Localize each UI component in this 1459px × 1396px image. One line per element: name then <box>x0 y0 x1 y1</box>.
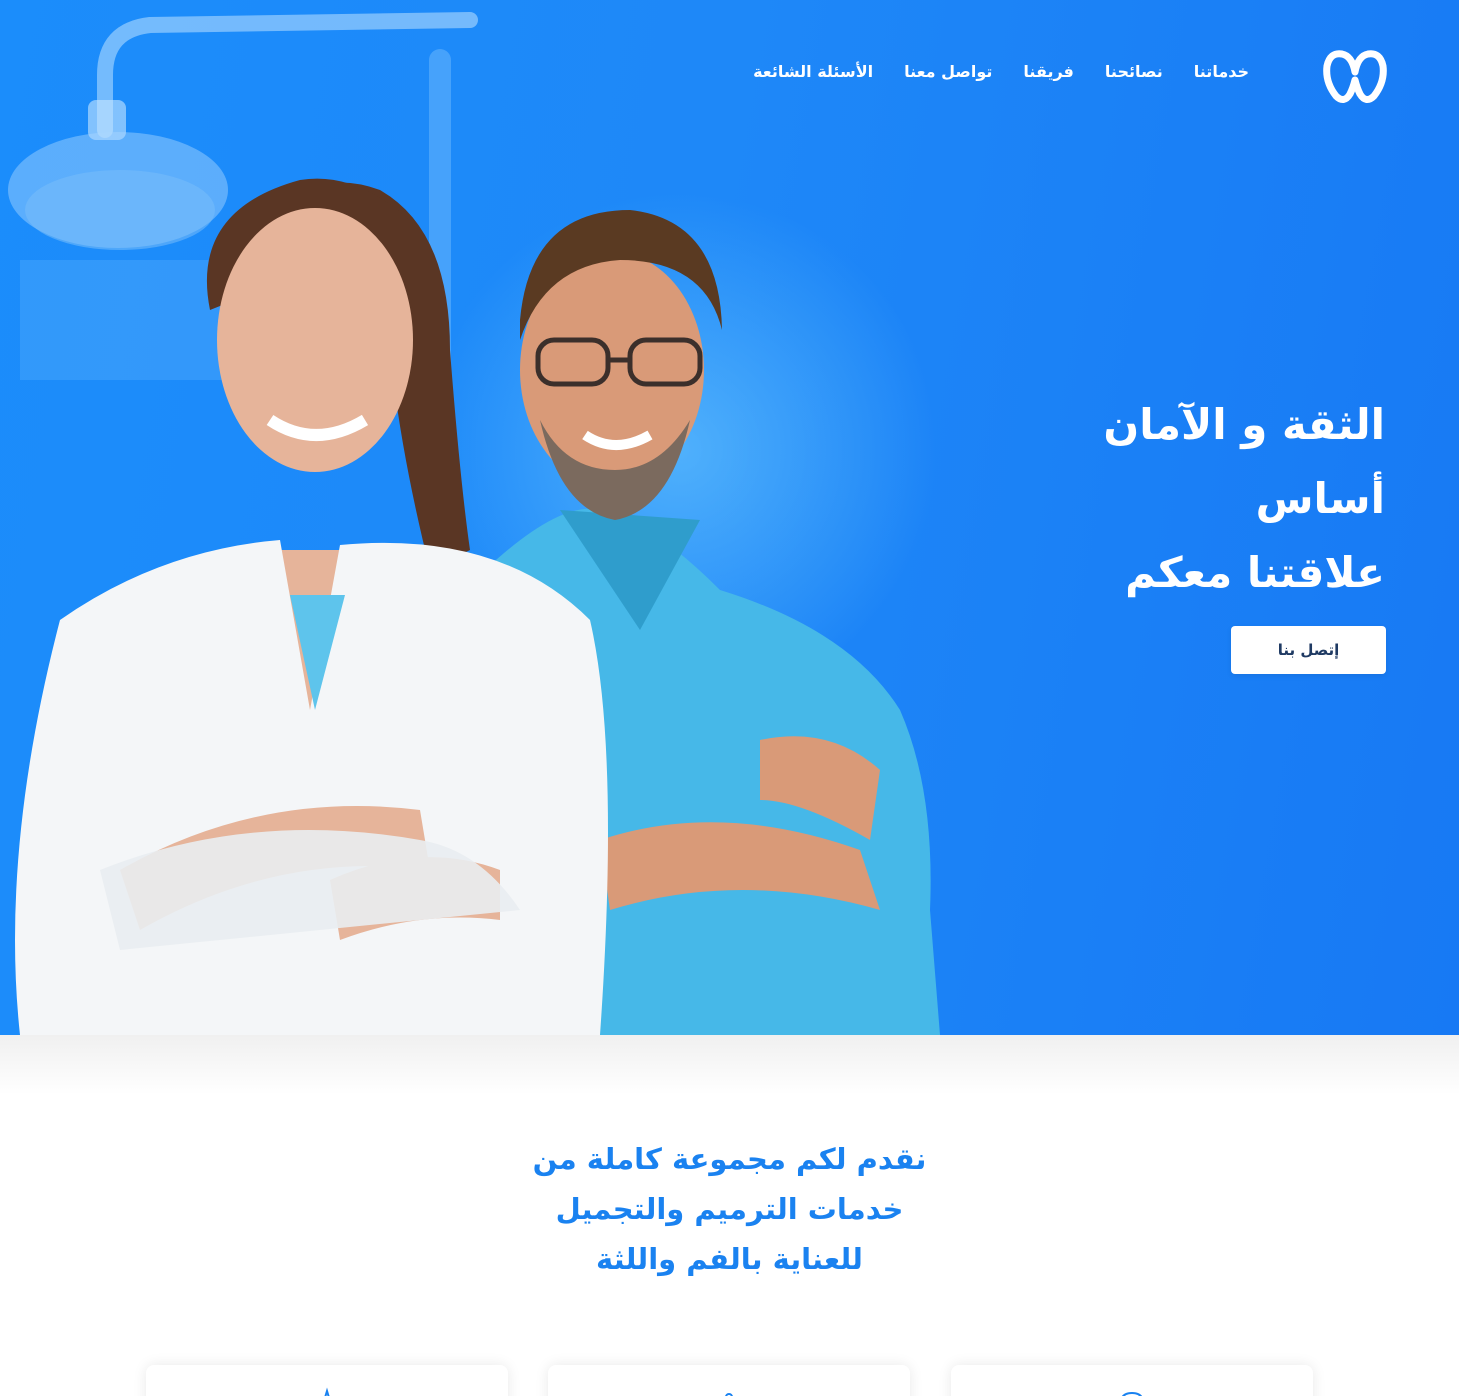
services-title-line-1: نقدم لكم مجموعة كاملة من <box>532 1142 927 1176</box>
service-icon <box>324 1387 330 1396</box>
service-card-2[interactable] <box>548 1365 910 1396</box>
nav-item-team[interactable]: فريقنا <box>1023 62 1074 81</box>
hero-headline-line-3: علاقتنا معكم <box>1125 548 1385 597</box>
hero-headline-line-1: الثقة و الآمان <box>1103 400 1385 449</box>
nav-item-tips[interactable]: نصائحنا <box>1105 62 1163 81</box>
tooth-icon <box>1122 1391 1142 1396</box>
service-icon <box>725 1393 733 1396</box>
services-title-line-2: خدمات الترميم والتجميل <box>555 1192 904 1226</box>
tooth-logo-icon[interactable] <box>1322 48 1388 104</box>
hero-headline-line-2: أساس <box>1255 474 1385 523</box>
main-nav: خدماتنا نصائحنا فريقنا تواصل معنا الأسئل… <box>753 62 1249 81</box>
hero-section: خدماتنا نصائحنا فريقنا تواصل معنا الأسئل… <box>0 0 1459 1035</box>
service-card-1[interactable] <box>146 1365 508 1396</box>
hero-headline: الثقة و الآمان أساس علاقتنا معكم <box>965 388 1385 610</box>
contact-us-button[interactable]: إتصل بنا <box>1231 626 1386 674</box>
services-title-line-3: للعناية بالفم واللثة <box>596 1242 863 1276</box>
service-card-3[interactable] <box>951 1365 1313 1396</box>
nav-item-faq[interactable]: الأسئلة الشائعة <box>753 62 873 81</box>
dentists-photo <box>15 178 940 1035</box>
nav-item-contact[interactable]: تواصل معنا <box>904 62 992 81</box>
nav-item-services[interactable]: خدماتنا <box>1194 62 1249 81</box>
section-divider-shadow <box>0 1035 1459 1095</box>
female-dentist-figure <box>15 178 608 1035</box>
services-title: نقدم لكم مجموعة كاملة من خدمات الترميم و… <box>0 1134 1459 1284</box>
